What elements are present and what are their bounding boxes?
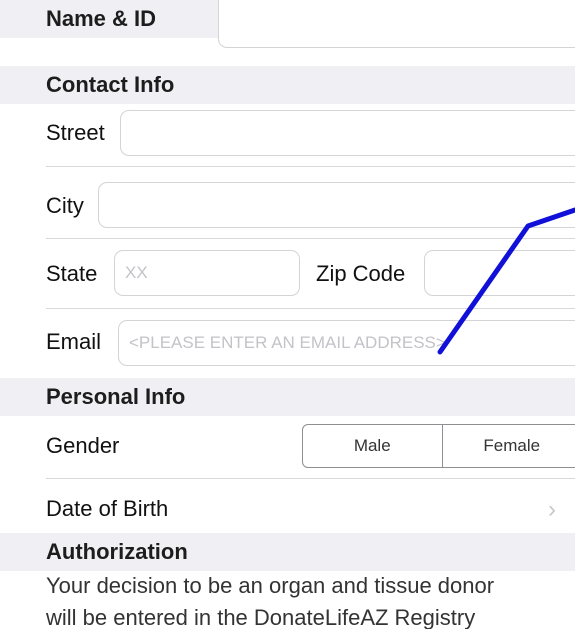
row-divider: [46, 478, 575, 479]
gender-segmented-control[interactable]: Male Female: [302, 424, 575, 468]
gender-label: Gender: [46, 433, 120, 458]
email-label: Email: [46, 329, 102, 354]
email-input[interactable]: <PLEASE ENTER AN EMAIL ADDRESS>: [118, 320, 575, 366]
authorization-line: will be entered in the DonateLifeAZ Regi…: [46, 605, 476, 629]
street-label: Street: [46, 120, 105, 145]
section-title: Personal Info: [46, 384, 186, 409]
street-input[interactable]: [120, 110, 575, 156]
row-divider: [46, 308, 575, 309]
section-header-authorization: Authorization: [0, 533, 575, 571]
section-title: Name & ID: [46, 6, 157, 31]
section-title: Authorization: [46, 539, 188, 564]
section-header-contact-info: Contact Info: [0, 66, 575, 104]
gender-option-female[interactable]: Female: [441, 425, 575, 467]
city-input[interactable]: [98, 182, 575, 228]
authorization-text: Your decision to be an organ and tissue …: [46, 570, 575, 629]
date-of-birth-label: Date of Birth: [46, 496, 169, 521]
date-of-birth-row[interactable]: Date of Birth: [0, 480, 575, 534]
section-header-personal-info: Personal Info: [0, 378, 575, 416]
state-input[interactable]: XX: [114, 250, 300, 296]
section-title: Contact Info: [46, 72, 175, 97]
row-divider: [46, 238, 575, 239]
gender-option-male[interactable]: Male: [303, 425, 442, 467]
name-field-partial[interactable]: [218, 0, 575, 48]
zip-code-label: Zip Code: [316, 261, 406, 286]
state-label: State: [46, 261, 98, 286]
authorization-line: Your decision to be an organ and tissue …: [46, 573, 495, 598]
registration-form: Name & ID Contact Info Street City State…: [0, 0, 575, 629]
zip-code-input[interactable]: [424, 250, 575, 296]
chevron-right-icon: ›: [548, 496, 556, 523]
city-label: City: [46, 193, 84, 218]
row-divider: [46, 166, 575, 167]
